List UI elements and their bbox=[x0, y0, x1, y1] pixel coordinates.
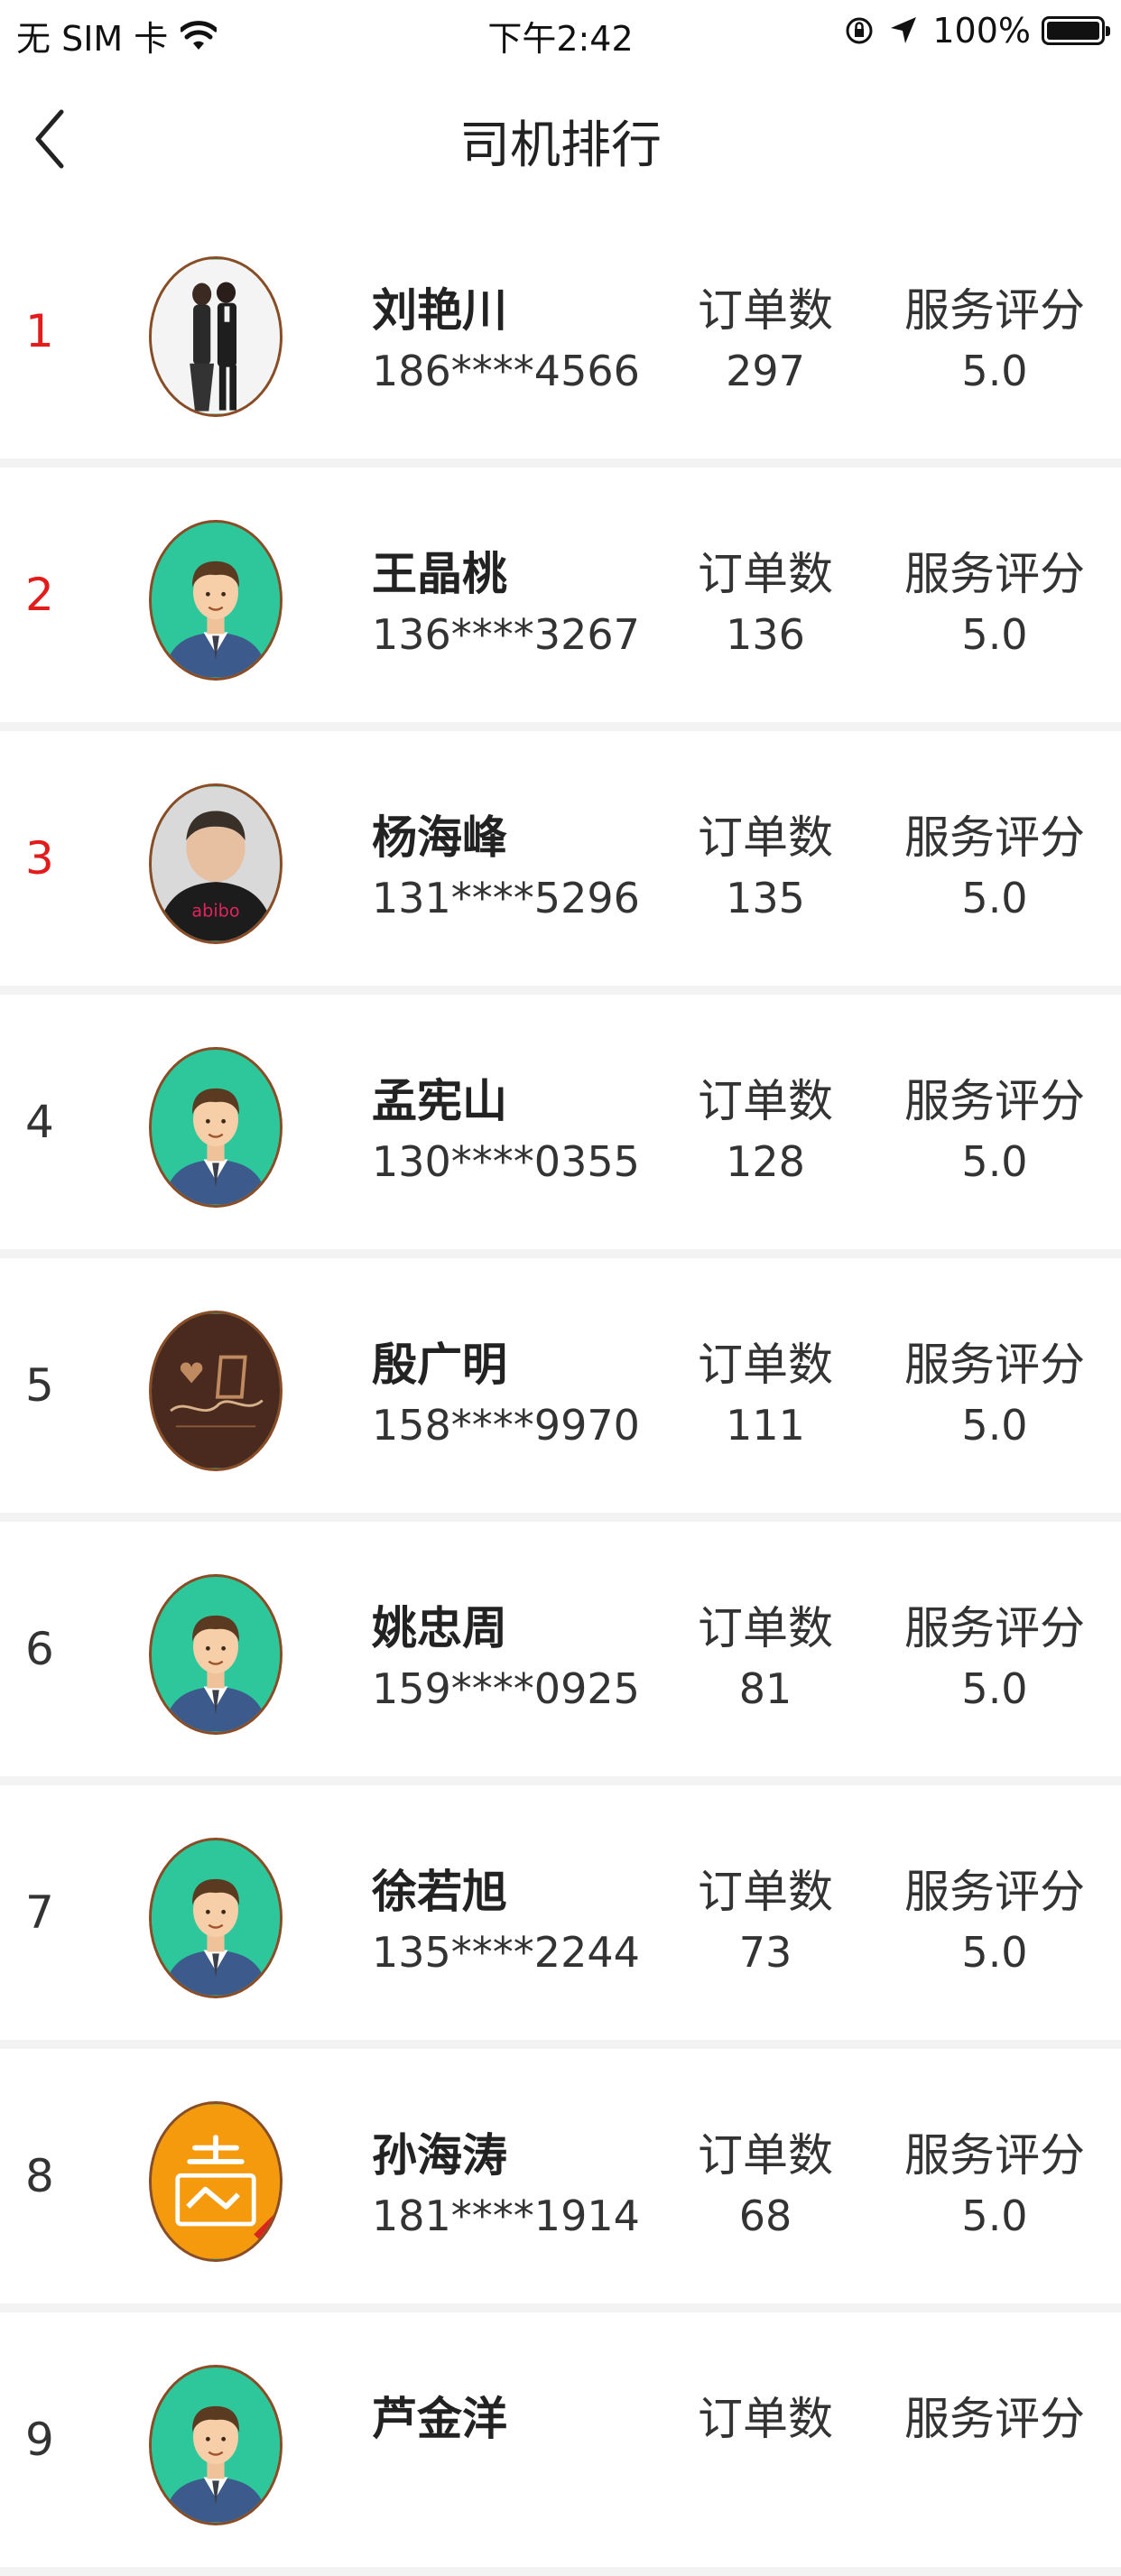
driver-phone: 131****5296 bbox=[372, 874, 640, 922]
rank-number: 3 bbox=[25, 832, 54, 885]
rank-number: 1 bbox=[25, 305, 54, 357]
order-count-label: 订单数 bbox=[698, 811, 833, 864]
driver-row[interactable]: 5 殷广明 158****9970 订单数 111 服务评分 5.0 bbox=[0, 1258, 1121, 1522]
default-driver-icon bbox=[149, 1838, 283, 1998]
driver-phone: 136****3267 bbox=[372, 610, 640, 659]
service-score-label: 服务评分 bbox=[904, 2129, 1085, 2182]
service-score-label: 服务评分 bbox=[904, 811, 1085, 864]
order-count-value: 111 bbox=[726, 1401, 805, 1450]
page-title: 司机排行 bbox=[459, 116, 662, 175]
order-count-label: 订单数 bbox=[698, 1339, 833, 1391]
driver-row[interactable]: 2 王晶桃 136****3267 订单数 136 服务评分 5.0 bbox=[0, 468, 1121, 731]
service-score-label: 服务评分 bbox=[904, 1866, 1085, 1918]
driver-row[interactable]: 3 abibo 杨海峰 131****5296 订单数 135 服务评分 5.0 bbox=[0, 731, 1121, 995]
service-score-value: 5.0 bbox=[961, 1401, 1028, 1450]
photo-man-icon: abibo bbox=[149, 783, 283, 944]
battery-icon bbox=[1042, 16, 1110, 45]
driver-name: 姚忠周 bbox=[372, 1602, 507, 1654]
default-driver-icon bbox=[149, 2365, 283, 2525]
rank-number: 2 bbox=[25, 569, 54, 621]
service-score-value: 5.0 bbox=[961, 610, 1028, 659]
driver-phone: 186****4566 bbox=[372, 347, 640, 395]
order-count-value: 68 bbox=[738, 2191, 792, 2240]
order-count-label: 订单数 bbox=[698, 284, 833, 337]
svg-text:abibo: abibo bbox=[191, 901, 239, 922]
order-count-label: 订单数 bbox=[698, 548, 833, 600]
order-count-value: 128 bbox=[726, 1137, 805, 1186]
battery-percent: 100% bbox=[932, 11, 1031, 51]
rank-number: 6 bbox=[25, 1623, 54, 1675]
driver-name: 芦金洋 bbox=[372, 2393, 507, 2445]
order-count-label: 订单数 bbox=[698, 2393, 833, 2445]
driver-phone: 130****0355 bbox=[372, 1137, 640, 1186]
driver-phone: 158****9970 bbox=[372, 1401, 640, 1450]
default-driver-icon bbox=[149, 1047, 283, 1208]
order-count-label: 订单数 bbox=[698, 1075, 833, 1127]
driver-row[interactable]: 9 芦金洋 订单数 服务评分 bbox=[0, 2312, 1121, 2576]
nav-bar: 司机排行 bbox=[0, 69, 1121, 204]
signature-logo-icon bbox=[149, 1311, 283, 1471]
order-count-label: 订单数 bbox=[698, 2129, 833, 2182]
rank-number: 8 bbox=[25, 2150, 54, 2202]
order-count-value: 73 bbox=[738, 1928, 792, 1977]
driver-name: 杨海峰 bbox=[372, 811, 507, 864]
driver-row[interactable]: 1 刘艳川 186****4566 订单数 297 服务评分 5.0 bbox=[0, 204, 1121, 468]
driver-ranking-list: 1 刘艳川 186****4566 订单数 297 服务评分 5.0 2 王晶桃 136****3… bbox=[0, 204, 1121, 2576]
driver-name: 刘艳川 bbox=[372, 284, 507, 337]
driver-phone: 159****0925 bbox=[372, 1664, 640, 1713]
handshake-logo-icon bbox=[149, 2101, 283, 2262]
driver-name: 殷广明 bbox=[372, 1339, 507, 1391]
service-score-label: 服务评分 bbox=[904, 1339, 1085, 1391]
service-score-label: 服务评分 bbox=[904, 1075, 1085, 1127]
default-driver-icon bbox=[149, 1574, 283, 1735]
driver-name: 孙海涛 bbox=[372, 2129, 507, 2182]
service-score-label: 服务评分 bbox=[904, 2393, 1085, 2445]
order-count-value: 297 bbox=[726, 347, 805, 395]
driver-phone: 135****2244 bbox=[372, 1928, 640, 1977]
service-score-value: 5.0 bbox=[961, 347, 1028, 395]
battery-fill bbox=[1047, 22, 1099, 40]
driver-phone: 181****1914 bbox=[372, 2191, 640, 2240]
rank-number: 4 bbox=[25, 1096, 54, 1148]
driver-row[interactable]: 6 姚忠周 159****0925 订单数 81 服务评分 5.0 bbox=[0, 1522, 1121, 1785]
rank-number: 7 bbox=[25, 1886, 54, 1939]
driver-name: 孟宪山 bbox=[372, 1075, 507, 1127]
service-score-label: 服务评分 bbox=[904, 1602, 1085, 1654]
order-count-value: 135 bbox=[726, 874, 805, 922]
driver-row[interactable]: 8 孙海涛 181****1914 订单数 68 服务评分 5.0 bbox=[0, 2049, 1121, 2312]
orientation-lock-icon bbox=[846, 17, 873, 44]
status-right: 100% bbox=[844, 11, 1110, 51]
photo-couple-icon bbox=[149, 256, 283, 417]
service-score-value: 5.0 bbox=[961, 1928, 1028, 1977]
order-count-value: 136 bbox=[726, 610, 805, 659]
order-count-label: 订单数 bbox=[698, 1602, 833, 1654]
location-arrow-icon bbox=[891, 17, 917, 43]
driver-name: 徐若旭 bbox=[372, 1866, 507, 1918]
default-driver-icon bbox=[149, 520, 283, 681]
rank-number: 9 bbox=[25, 2414, 54, 2466]
service-score-value: 5.0 bbox=[961, 1664, 1028, 1713]
driver-row[interactable]: 4 孟宪山 130****0355 订单数 128 服务评分 5.0 bbox=[0, 995, 1121, 1258]
service-score-label: 服务评分 bbox=[904, 548, 1085, 600]
rank-number: 5 bbox=[25, 1359, 54, 1412]
service-score-value: 5.0 bbox=[961, 874, 1028, 922]
service-score-label: 服务评分 bbox=[904, 284, 1085, 337]
order-count-label: 订单数 bbox=[698, 1866, 833, 1918]
service-score-value: 5.0 bbox=[961, 1137, 1028, 1186]
status-bar: 无 SIM 卡 下午2:42 100% bbox=[0, 0, 1121, 69]
driver-name: 王晶桃 bbox=[372, 548, 507, 600]
order-count-value: 81 bbox=[738, 1664, 792, 1713]
driver-row[interactable]: 7 徐若旭 135****2244 订单数 73 服务评分 5.0 bbox=[0, 1785, 1121, 2049]
service-score-value: 5.0 bbox=[961, 2191, 1028, 2240]
